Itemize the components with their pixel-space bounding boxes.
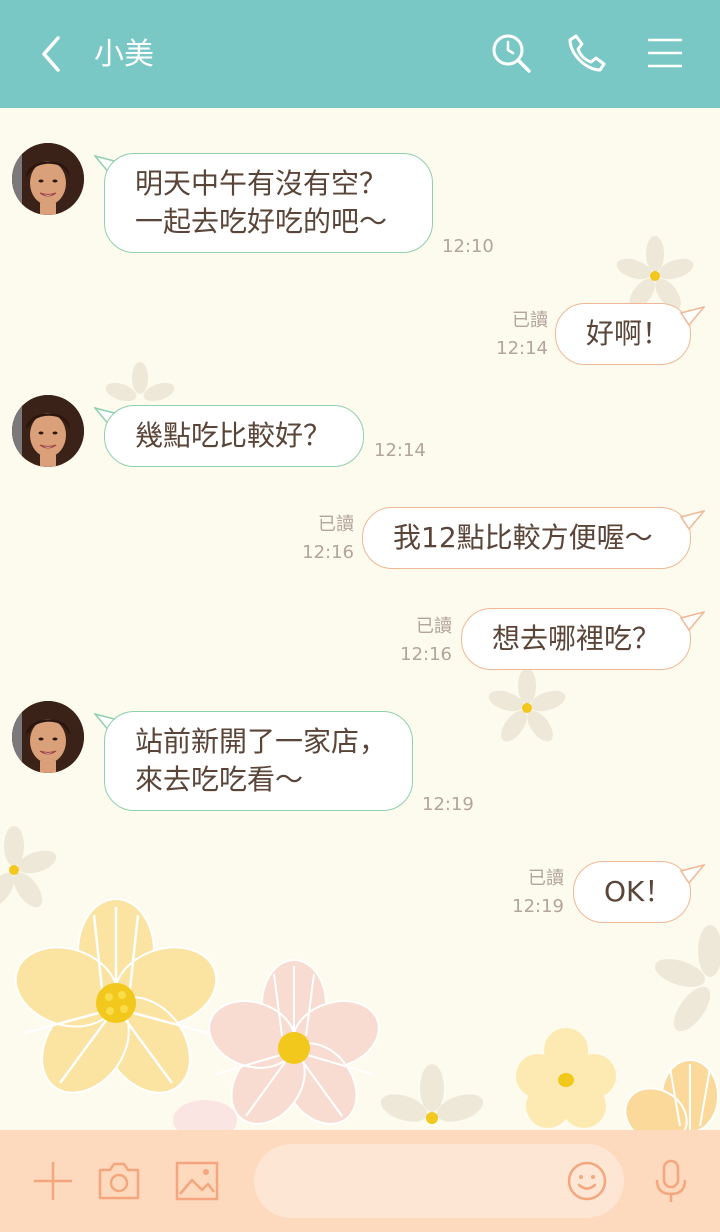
message-bubble-outgoing[interactable]: 好啊！ [555,303,691,365]
bubble-tail [679,863,705,885]
read-receipt: 已讀 [318,514,354,535]
message-text: OK！ [604,875,673,908]
camera-icon[interactable] [96,1158,142,1204]
read-receipt: 已讀 [528,868,564,889]
message-time: 12:14 [374,440,426,461]
message-text: 我12點比較方便喔～ [393,521,653,554]
message-bubble-outgoing[interactable]: 我12點比較方便喔～ [362,507,691,569]
message-text: 站前新開了一家店， [135,725,388,758]
message-text: 一起去吃好吃的吧～ [135,205,388,238]
message-bubble-incoming[interactable]: 站前新開了一家店， 來去吃吃看～ [104,711,413,811]
menu-icon[interactable] [644,32,686,74]
mic-icon[interactable] [648,1158,694,1204]
plus-icon[interactable] [30,1158,76,1204]
avatar[interactable] [12,701,84,773]
avatar[interactable] [12,395,84,467]
phone-icon[interactable] [566,32,608,74]
search-icon[interactable] [490,32,532,74]
message-input[interactable] [278,1162,558,1200]
message-bubble-incoming[interactable]: 幾點吃比較好？ [104,405,364,467]
input-toolbar [0,1130,720,1232]
chat-header: 小美 [0,0,720,108]
message-text: 來去吃吃看～ [135,763,304,796]
message-text: 想去哪裡吃？ [492,622,661,655]
message-bubble-outgoing[interactable]: OK！ [573,861,691,923]
read-receipt: 已讀 [416,616,452,637]
message-time: 12:19 [422,794,474,815]
bubble-tail [679,610,705,632]
message-bubble-incoming[interactable]: 明天中午有沒有空？ 一起去吃好吃的吧～ [104,153,433,253]
read-receipt: 已讀 [512,310,548,331]
message-text: 好啊！ [586,317,671,350]
avatar[interactable] [12,143,84,215]
message-time: 12:16 [400,644,452,665]
chat-title: 小美 [94,37,154,72]
message-bubble-outgoing[interactable]: 想去哪裡吃？ [461,608,691,670]
bubble-tail [679,509,705,531]
message-input-box[interactable] [254,1144,624,1218]
emoji-icon[interactable] [566,1160,608,1202]
message-list[interactable]: 明天中午有沒有空？ 一起去吃好吃的吧～ 12:10 已讀 12:14 好啊！ 幾… [0,108,720,1130]
back-icon[interactable] [36,34,66,74]
message-time: 12:10 [442,236,494,257]
message-time: 12:19 [512,896,564,917]
message-time: 12:16 [302,542,354,563]
message-text: 幾點吃比較好？ [135,419,332,452]
message-text: 明天中午有沒有空？ [135,167,388,200]
message-time: 12:14 [496,338,548,359]
image-icon[interactable] [174,1158,220,1204]
bubble-tail [679,305,705,327]
